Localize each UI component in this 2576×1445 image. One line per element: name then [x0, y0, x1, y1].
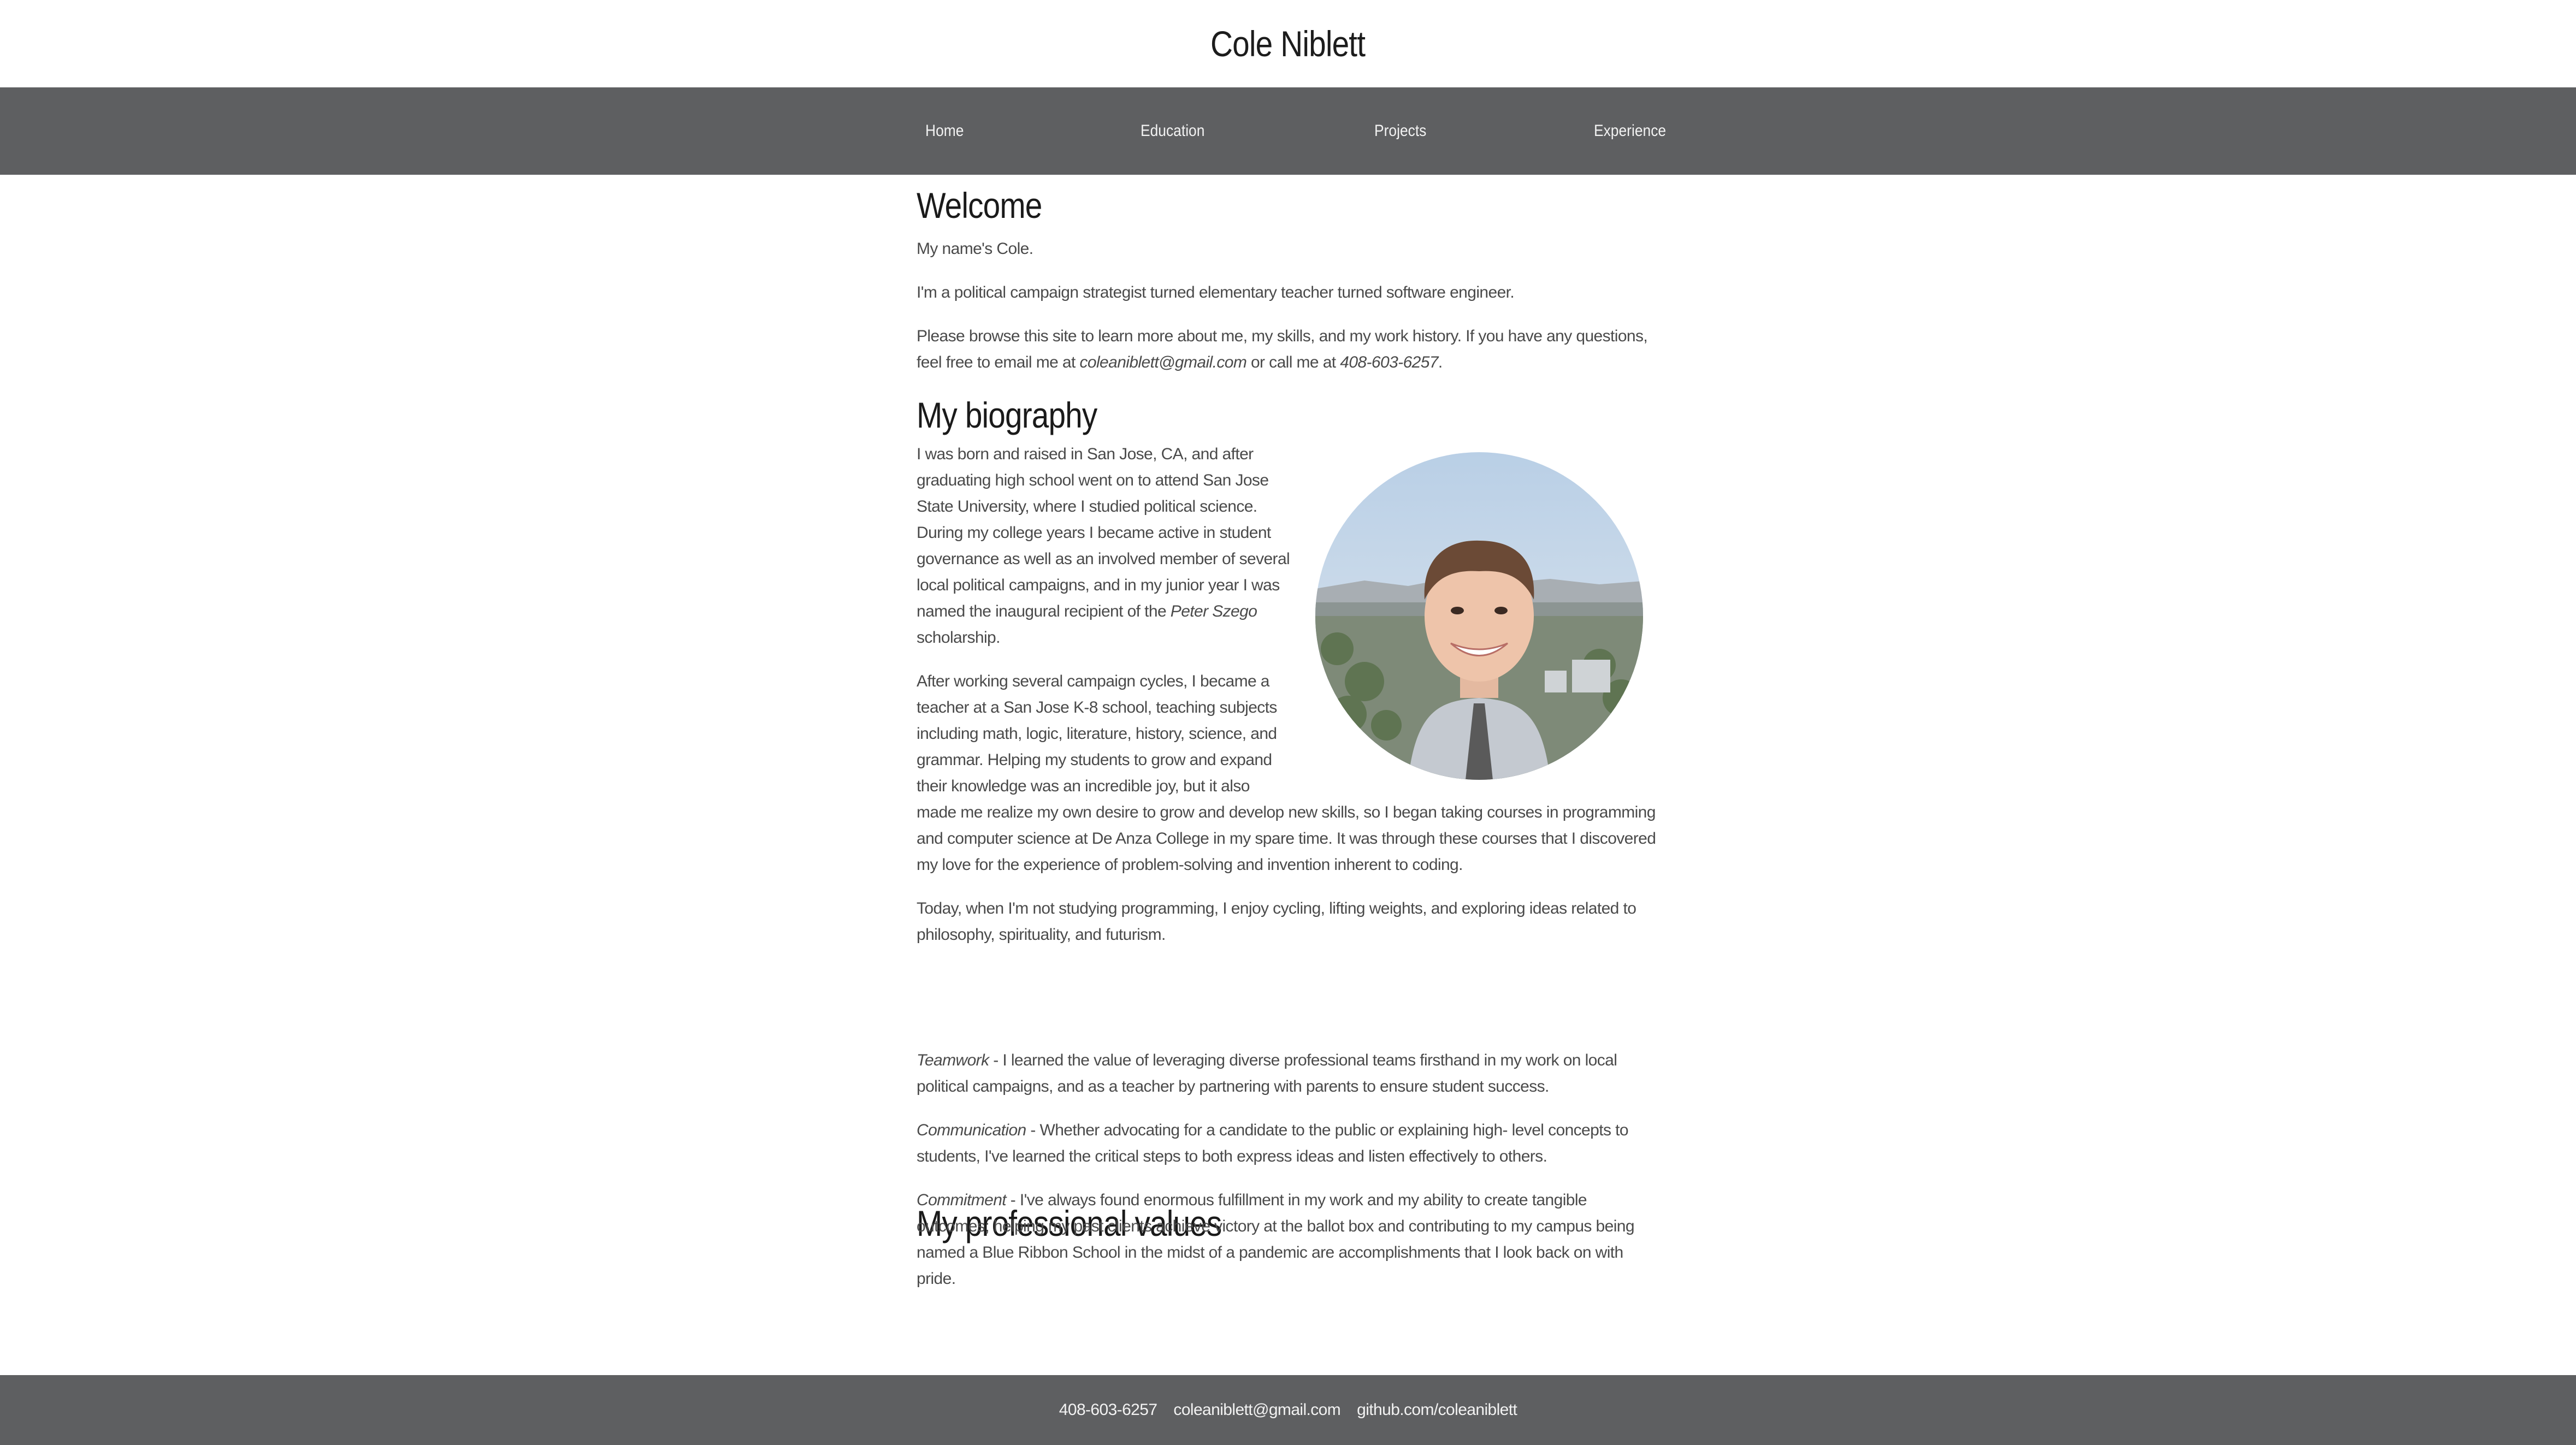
bio-text-1b: scholarship.: [917, 629, 1000, 647]
value-text: - I learned the value of leveraging dive…: [917, 1051, 1617, 1095]
welcome-browse-text: Please browse this site to learn more ab…: [917, 323, 1659, 376]
site-footer: 408-603-6257 coleaniblett@gmail.com gith…: [0, 1375, 2576, 1445]
welcome-name-text: My name's Cole.: [917, 240, 1033, 258]
value-text: - I've always found enormous fulfillment…: [917, 1191, 1635, 1288]
browse-text-end: .: [1438, 353, 1443, 371]
footer-email-link[interactable]: coleaniblett@gmail.com: [1173, 1401, 1340, 1419]
nav-item-education[interactable]: Education: [1141, 87, 1204, 175]
site-header: Cole Niblett: [0, 0, 2576, 87]
main-nav: Home Education Projects Experience: [0, 87, 2576, 175]
portrait-photo: [1315, 452, 1643, 780]
biography-paragraph-3: Today, when I'm not studying programming…: [917, 899, 1636, 944]
nav-item-projects[interactable]: Projects: [1374, 87, 1426, 175]
browse-text-mid: or call me at: [1246, 353, 1340, 371]
footer-phone-link[interactable]: 408-603-6257: [1059, 1401, 1157, 1419]
welcome-phone: 408-603-6257: [1340, 353, 1438, 371]
page: Cole Niblett Home Education Projects Exp…: [0, 0, 2576, 1445]
biography-heading: My biography: [917, 395, 1097, 435]
footer-github-link[interactable]: github.com/coleaniblett: [1357, 1401, 1517, 1419]
scholarship-name: Peter Szego: [1170, 602, 1257, 620]
site-title: Cole Niblett: [1210, 23, 1366, 64]
value-title: Teamwork: [917, 1051, 989, 1069]
biography-section: I was born and raised in San Jose, CA, a…: [917, 441, 1659, 966]
values-section: Teamwork - I learned the value of levera…: [917, 1047, 1659, 1310]
value-title: Commitment: [917, 1191, 1007, 1209]
welcome-heading: Welcome: [917, 185, 1042, 226]
nav-item-home[interactable]: Home: [925, 87, 964, 175]
value-commitment: Commitment - I've always found enormous …: [917, 1187, 1659, 1292]
nav-item-experience[interactable]: Experience: [1594, 87, 1666, 175]
welcome-email: coleaniblett@gmail.com: [1079, 353, 1247, 371]
bio-text-1a: I was born and raised in San Jose, CA, a…: [917, 445, 1290, 620]
welcome-intro-text: I'm a political campaign strategist turn…: [917, 283, 1515, 301]
value-title: Communication: [917, 1121, 1026, 1139]
value-teamwork: Teamwork - I learned the value of levera…: [917, 1047, 1659, 1100]
value-communication: Communication - Whether advocating for a…: [917, 1117, 1659, 1170]
